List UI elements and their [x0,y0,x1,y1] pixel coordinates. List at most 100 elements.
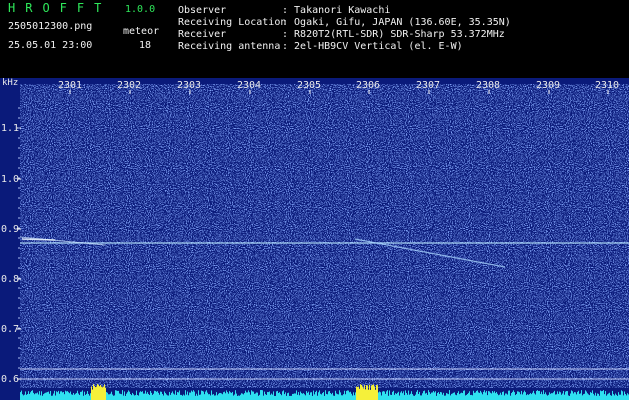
meter-bar [294,393,295,400]
meter-bar [380,392,381,400]
meter-bar [360,384,361,400]
time-tick-label: 2307 [416,80,441,91]
meter-bar [58,390,59,400]
meter-bar [467,394,468,400]
meter-bar [319,390,320,400]
meter-bar [39,391,40,400]
meter-bar [571,390,572,400]
meter-bar [308,391,309,400]
freq-tick-label: 0.6 [1,374,20,385]
meter-bar [243,394,244,400]
meter-bar [494,391,495,400]
meter-bar [86,393,87,400]
meter-bar [552,393,553,400]
meter-bar [491,393,492,400]
meter-bar [341,395,342,400]
meter-bar [46,392,47,400]
meter-bar [553,392,554,400]
meter-bar [161,391,162,400]
meter-bar [361,384,362,400]
meter-bar [343,394,344,400]
meter-bar [473,390,474,400]
meter-bar [601,391,602,400]
meter-bar [114,395,115,400]
meter-bar [23,395,24,400]
meter-bar [489,391,490,400]
meter-bar [444,395,445,400]
meter-bar [133,394,134,400]
meter-bar [260,390,261,400]
meter-bar [507,394,508,400]
meter-bar [424,390,425,400]
meter-bar [511,393,512,400]
meter-bar [64,394,65,400]
meter-bar [104,384,105,400]
meter-bar [232,391,233,400]
time-tick-label: 2305 [297,80,322,91]
meter-bar [585,390,586,400]
meter-bar [200,394,201,400]
meter-bar [389,390,390,400]
meter-bar [267,392,268,400]
meter-bar [322,393,323,400]
meter-bar [117,390,118,400]
meter-bar [383,391,384,400]
meter-bar [206,390,207,400]
meter-bar [504,395,505,400]
meter-bar [34,394,35,400]
meter-bar [618,392,619,400]
meter-bar [515,395,516,400]
meter-bar [79,394,80,400]
meter-bar [369,384,370,400]
meter-bar [198,390,199,400]
meter-bar [147,392,148,400]
meter-bar [593,393,594,400]
meter-bar [316,390,317,400]
meter-bar [311,392,312,400]
meter-bar [195,395,196,400]
meter-bar [122,390,123,400]
meter-bar [323,392,324,400]
meter-bar [156,391,157,400]
meter-bar [564,394,565,400]
meter-bar [597,393,598,400]
meter-bar [314,394,315,400]
meter-bar [170,394,171,400]
meter-bar [307,392,308,400]
meter-bar [20,392,21,400]
meter-bar [379,391,380,400]
meter-bar [262,390,263,400]
meter-bar [586,391,587,400]
meter-bar [569,395,570,400]
meter-bar [304,394,305,400]
meter-bar [237,395,238,400]
meter-bar [568,395,569,400]
antenna-value: : 2el-HB9CV Vertical (el. E-W) [282,41,463,52]
meter-bar [596,395,597,400]
meter-bar [524,390,525,400]
meter-bar [223,392,224,400]
meter-bar [540,393,541,400]
meter-bar [525,392,526,400]
meter-bar [45,392,46,400]
meter-bar [92,389,93,400]
meter-bar [299,395,300,400]
meter-bar [439,393,440,400]
meter-bar [150,390,151,400]
meter-bar [139,392,140,400]
meter-bar [459,394,460,400]
meter-bar [363,388,364,400]
meter-bar [261,390,262,400]
meter-bar [61,391,62,400]
meter-bar [277,390,278,400]
meter-bar [53,393,54,400]
meter-bar [517,391,518,400]
meter-bar [575,392,576,400]
meter-bar [353,392,354,400]
meter-bar [376,384,377,400]
meter-bar [88,393,89,400]
meter-bar [359,388,360,400]
meter-bar [186,394,187,400]
meter-bar [397,392,398,400]
freq-tick-label: 0.9 [1,224,20,235]
